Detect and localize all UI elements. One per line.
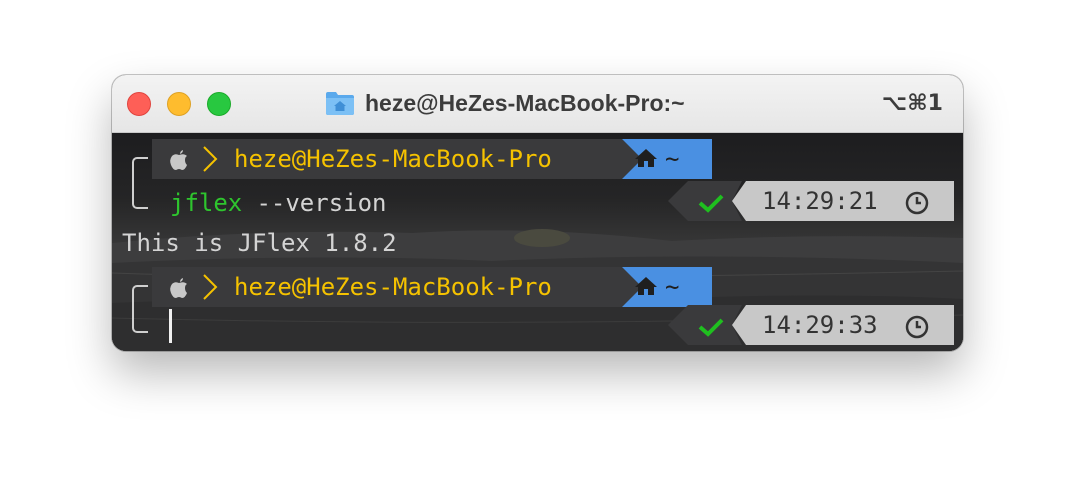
prompt1-dir: ~ (665, 145, 680, 173)
clock-icon (905, 191, 929, 215)
status-check-icon (698, 194, 724, 213)
prompt1-args: --version (242, 189, 387, 217)
home-icon (635, 277, 657, 295)
prompt2-time: 14:29:33 (762, 311, 878, 339)
close-button[interactable] (127, 92, 151, 116)
terminal-content[interactable]: heze@HeZes-MacBook-Pro ~ jflex --version… (112, 133, 963, 351)
home-icon (635, 149, 657, 167)
title-group: heze@HeZes-MacBook-Pro:~ (325, 88, 685, 118)
window-shortcut: ⌥⌘1 (881, 91, 943, 116)
prompt-bracket (132, 157, 148, 209)
terminal-window: heze@HeZes-MacBook-Pro:~ ⌥⌘1 heze@HeZes-… (112, 75, 963, 351)
apple-icon (170, 278, 187, 298)
status-check-icon (698, 318, 724, 337)
window-title: heze@HeZes-MacBook-Pro:~ (365, 89, 685, 116)
chevron-right-icon (203, 274, 218, 300)
prompt2-user-host: heze@HeZes-MacBook-Pro (234, 273, 552, 301)
command-output: This is JFlex 1.8.2 (122, 229, 397, 257)
prompt2-dir: ~ (665, 273, 680, 301)
clock-icon (905, 315, 929, 339)
folder-home-icon (326, 92, 354, 115)
prompt1-user-host: heze@HeZes-MacBook-Pro (234, 145, 552, 173)
zoom-button[interactable] (207, 92, 231, 116)
apple-icon (170, 150, 187, 170)
minimize-button[interactable] (167, 92, 191, 116)
title-bar[interactable]: heze@HeZes-MacBook-Pro:~ ⌥⌘1 (112, 75, 963, 133)
prompt1-time: 14:29:21 (762, 187, 878, 215)
prompt-bracket (132, 285, 148, 333)
text-cursor (169, 309, 172, 343)
chevron-right-icon (203, 146, 218, 172)
prompt1-command: jflex (170, 189, 243, 217)
